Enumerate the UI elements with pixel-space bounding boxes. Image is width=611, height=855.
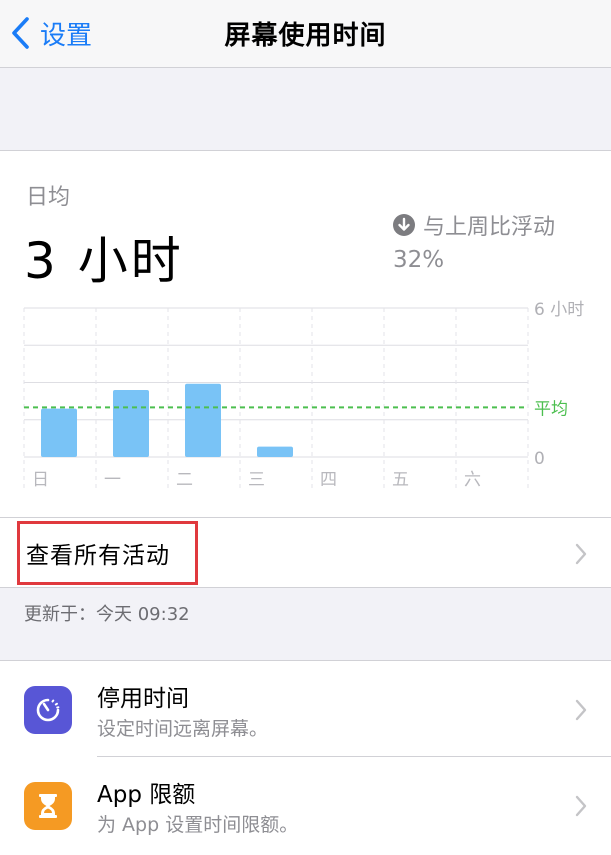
chart-bar bbox=[185, 383, 221, 457]
page-title: 屏幕使用时间 bbox=[224, 21, 387, 51]
navigation-bar: 设置 屏幕使用时间 bbox=[0, 0, 611, 68]
downtime-subtitle: 设定时间远离屏幕。 bbox=[97, 718, 269, 740]
list-item-app-limits[interactable]: App 限额 为 App 设置时间限额。 bbox=[0, 757, 611, 853]
downtime-icon bbox=[24, 686, 72, 734]
view-all-activity-row[interactable]: 查看所有活动 bbox=[0, 517, 611, 589]
downtime-title: 停用时间 bbox=[97, 686, 189, 712]
chart-x-tick-label: 二 bbox=[176, 470, 193, 490]
chart-average-label: 平均 bbox=[534, 399, 568, 419]
chart-x-tick-label: 四 bbox=[320, 470, 337, 490]
chevron-right-icon bbox=[575, 543, 587, 565]
chart-x-tick-label: 五 bbox=[392, 470, 409, 490]
chart-bar bbox=[113, 389, 149, 457]
chart-y-min-label: 0 bbox=[534, 449, 545, 469]
chart-bar bbox=[257, 446, 293, 457]
updated-timestamp: 更新于：今天 09:32 bbox=[24, 604, 190, 625]
chart-bar bbox=[41, 408, 77, 457]
list-item-downtime[interactable]: 停用时间 设定时间远离屏幕。 bbox=[0, 661, 611, 757]
chevron-right-icon bbox=[575, 699, 587, 721]
chart-x-tick-label: 日 bbox=[32, 470, 49, 490]
chart-x-tick-label: 一 bbox=[104, 470, 121, 490]
chart-x-tick-label: 六 bbox=[464, 470, 481, 490]
chart-y-max-label: 6 小时 bbox=[534, 300, 584, 320]
chevron-right-icon bbox=[575, 795, 587, 817]
chart-x-tick-label: 三 bbox=[248, 470, 265, 490]
hourglass-icon bbox=[24, 782, 72, 830]
usage-summary-card: 日均 3 小时 与上周比浮动 32% 平均 6 小时 0 日一二三四五六 查看所有活动 bbox=[0, 150, 611, 588]
app-limits-subtitle: 为 App 设置时间限额。 bbox=[97, 814, 299, 836]
view-all-activity-label: 查看所有活动 bbox=[26, 543, 170, 569]
app-limits-title: App 限额 bbox=[97, 782, 196, 808]
settings-list: 停用时间 设定时间远离屏幕。 App 限额 为 App 设置时间限额。 bbox=[0, 660, 611, 855]
